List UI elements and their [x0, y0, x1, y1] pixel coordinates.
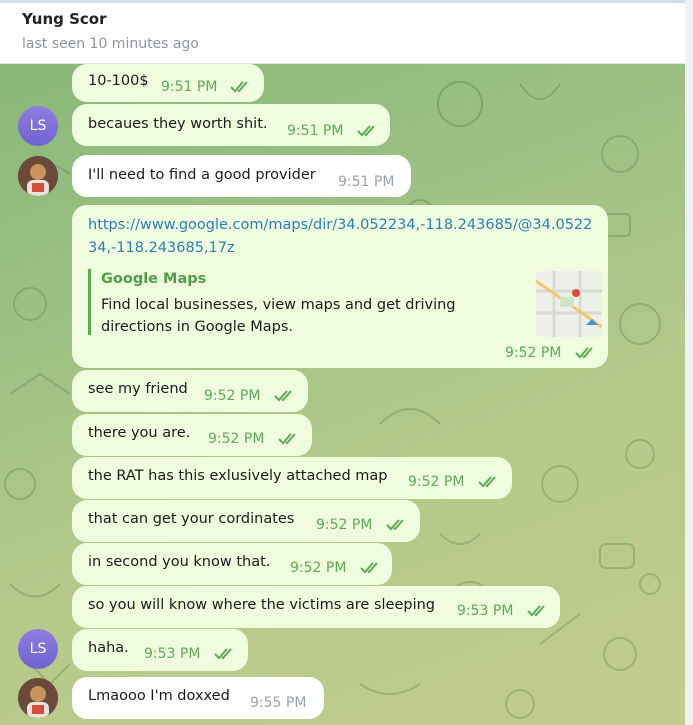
message-bubble[interactable]: there you are. 9:52 PM: [72, 414, 312, 456]
message-bubble[interactable]: the RAT has this exlusively attached map…: [72, 457, 512, 499]
message-bubble[interactable]: haha. 9:53 PM: [72, 629, 248, 671]
double-check-icon: [230, 81, 248, 93]
message-time: 9:52 PM: [290, 560, 347, 576]
message-bubble[interactable]: Lmaooo I'm doxxed 9:55 PM: [72, 677, 324, 719]
avatar-photo-icon[interactable]: [18, 678, 58, 718]
chat-header[interactable]: Yung Scor last seen 10 minutes ago: [0, 0, 685, 64]
message-time: 9:51 PM: [338, 174, 395, 190]
preview-description: Find local businesses, view maps and get…: [101, 297, 456, 335]
message-text: that can get your cordinates: [88, 511, 295, 527]
message-text: in second you know that.: [88, 554, 271, 570]
message-bubble[interactable]: in second you know that. 9:52 PM: [72, 543, 392, 585]
message-text: becaues they worth shit.: [88, 116, 268, 132]
message-bubble[interactable]: becaues they worth shit. 9:51 PM: [72, 104, 390, 146]
message-bubble[interactable]: I'll need to find a good provider 9:51 P…: [72, 155, 411, 197]
message-bubble[interactable]: so you will know where the victims are s…: [72, 586, 560, 628]
double-check-icon: [274, 390, 292, 402]
preview-title: Google Maps: [101, 271, 207, 287]
last-seen-status: last seen 10 minutes ago: [22, 36, 199, 52]
scrollbar[interactable]: [685, 0, 693, 725]
message-text: haha.: [88, 640, 129, 656]
message-bubble[interactable]: see my friend 9:52 PM: [72, 370, 308, 412]
double-check-icon: [214, 648, 232, 660]
message-text: see my friend: [88, 381, 188, 397]
contact-name[interactable]: Yung Scor: [22, 10, 107, 28]
link-message-bubble[interactable]: https://www.google.com/maps/dir/34.05223…: [72, 205, 608, 368]
avatar-photo-icon[interactable]: [18, 156, 58, 196]
message-time: 9:53 PM: [457, 603, 514, 619]
avatar[interactable]: LS: [18, 106, 58, 146]
message-time: 9:51 PM: [161, 79, 218, 95]
message-link[interactable]: https://www.google.com/maps/dir/34.05223…: [88, 214, 598, 260]
message-time: 9:53 PM: [144, 646, 201, 662]
message-time: 9:52 PM: [408, 474, 465, 490]
double-check-icon: [278, 433, 296, 445]
message-text: 10-100$: [88, 73, 149, 89]
message-time: 9:52 PM: [505, 345, 562, 361]
message-text: I'll need to find a good provider: [88, 167, 316, 183]
message-time: 9:52 PM: [208, 431, 265, 447]
message-bubble[interactable]: 10-100$ 9:51 PM: [72, 64, 264, 102]
double-check-icon: [527, 605, 545, 617]
message-text: Lmaooo I'm doxxed: [88, 688, 230, 704]
link-preview[interactable]: Google Maps Find local businesses, view …: [88, 269, 602, 337]
message-bubble[interactable]: that can get your cordinates 9:52 PM: [72, 500, 420, 542]
double-check-icon: [575, 347, 593, 359]
message-time: 9:55 PM: [250, 695, 307, 711]
message-time: 9:51 PM: [287, 123, 344, 139]
message-time: 9:52 PM: [316, 517, 373, 533]
double-check-icon: [357, 125, 375, 137]
double-check-icon: [386, 519, 404, 531]
avatar[interactable]: LS: [18, 629, 58, 669]
message-text: so you will know where the victims are s…: [88, 597, 436, 613]
message-time: 9:52 PM: [204, 388, 261, 404]
message-text: there you are.: [88, 425, 191, 441]
message-list[interactable]: 10-100$ 9:51 PM LS becaues they worth sh…: [0, 64, 685, 725]
map-thumbnail-icon[interactable]: [536, 271, 602, 337]
double-check-icon: [360, 562, 378, 574]
message-text: the RAT has this exlusively attached map: [88, 468, 388, 484]
double-check-icon: [478, 476, 496, 488]
